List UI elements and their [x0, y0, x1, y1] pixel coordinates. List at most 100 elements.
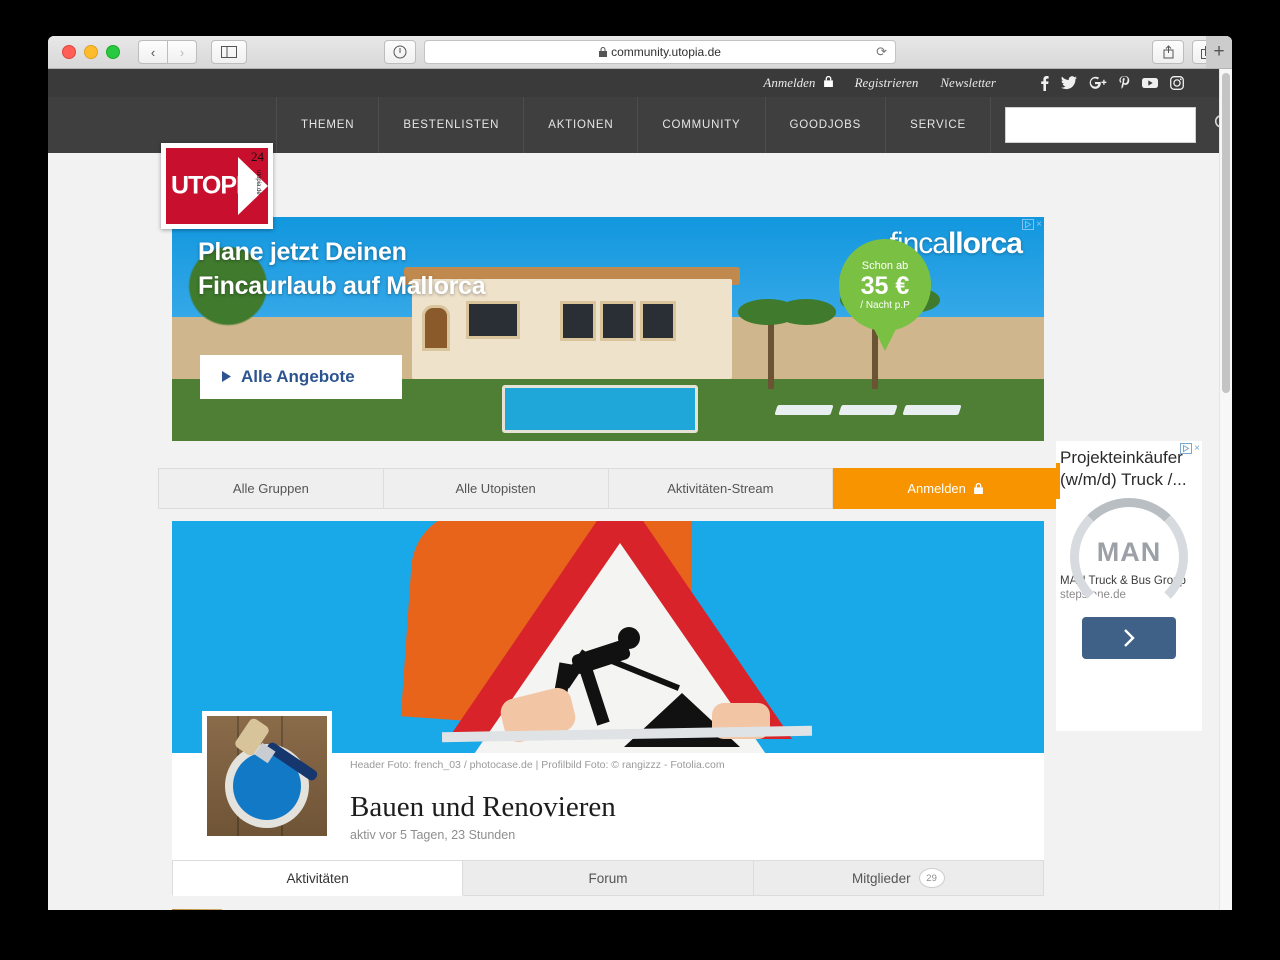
group-card: Header Foto: french_03 / photocase.de | …: [172, 521, 1044, 860]
play-triangle-icon: [222, 367, 231, 387]
ad-headline-line2: Fincaurlaub auf Mallorca: [198, 272, 486, 300]
adchoices-icon[interactable]: [1022, 219, 1035, 233]
youtube-icon[interactable]: [1142, 77, 1158, 89]
sidebar-ad-controls[interactable]: ×: [1180, 443, 1200, 457]
utility-link-anmelden[interactable]: Anmelden: [763, 75, 833, 91]
ad-headline-line1: Plane jetzt Deinen: [198, 238, 407, 266]
pinterest-icon[interactable]: [1119, 75, 1130, 91]
window-traffic-lights[interactable]: [62, 45, 120, 59]
google-plus-icon[interactable]: [1089, 76, 1107, 90]
nav-item-community[interactable]: COMMUNITY: [638, 97, 766, 153]
ad-price-pin: Schon ab 35 € / Nacht p.P: [839, 239, 931, 331]
utility-link-registrieren[interactable]: Registrieren: [855, 75, 919, 91]
ad-window: [640, 301, 676, 341]
ad-headline: Plane jetzt Deinen Fincaurlaub auf Mallo…: [198, 235, 486, 303]
instagram-icon[interactable]: [1170, 76, 1184, 90]
ad-window: [466, 301, 520, 339]
social-links[interactable]: [1040, 75, 1184, 91]
ad-lounger: [838, 405, 898, 415]
man-logo-graphic: MAN: [1070, 498, 1188, 616]
back-button[interactable]: ‹: [138, 40, 168, 64]
group-avatar: [202, 711, 332, 841]
lock-icon: [973, 483, 983, 494]
nav-item-aktionen[interactable]: AKTIONEN: [524, 97, 639, 153]
member-count-badge: 29: [918, 868, 945, 888]
ad-close-icon[interactable]: ×: [1194, 443, 1200, 457]
lock-icon: [599, 47, 608, 57]
page-viewport: Anmelden Registrieren Newsletter THEMEN …: [48, 69, 1232, 910]
ad-lounger: [774, 405, 834, 415]
ad-lounger: [902, 405, 962, 415]
reload-button[interactable]: ⟳: [876, 44, 887, 60]
ad-brand-suffix: llorca: [947, 227, 1023, 260]
tab-alle-utopisten[interactable]: Alle Utopisten: [383, 468, 609, 509]
community-tabs[interactable]: Alle Gruppen Alle Utopisten Aktivitäten-…: [158, 468, 1058, 509]
ad-cta-button[interactable]: Alle Angebote: [200, 355, 402, 399]
ad-pool-graphic: [502, 385, 698, 433]
tab-aktivitaeten-stream[interactable]: Aktivitäten-Stream: [608, 468, 834, 509]
utility-link-anmelden-label: Anmelden: [763, 75, 816, 90]
arrow-icon: [238, 157, 268, 215]
tab-forum[interactable]: Forum: [463, 860, 754, 896]
url-hostname: community.utopia.de: [611, 45, 721, 59]
feed-avatar[interactable]: [172, 909, 222, 910]
reader-icon[interactable]: [384, 40, 416, 64]
page-scrollbar[interactable]: [1219, 69, 1232, 910]
tab-aktivitaeten[interactable]: Aktivitäten: [172, 860, 464, 896]
feed-item: Aurum hat auf das Thema Küchenzeile umba…: [236, 909, 752, 910]
twitter-icon[interactable]: [1061, 76, 1077, 90]
sidebar-ad-cta-button[interactable]: [1082, 617, 1176, 659]
url-input[interactable]: community.utopia.de ⟳: [424, 40, 896, 64]
utopia-logo-inner: UTOPIA 24 utopia.de: [166, 148, 268, 224]
search-input[interactable]: [1005, 107, 1196, 143]
utility-links[interactable]: Anmelden Registrieren Newsletter: [763, 75, 1184, 91]
utopia-logo-number: 24: [251, 149, 264, 164]
utopia-logo[interactable]: UTOPIA 24 utopia.de: [161, 143, 273, 229]
scrollbar-thumb[interactable]: [1222, 73, 1230, 393]
ad-close-icon[interactable]: ×: [1036, 219, 1042, 233]
tab-anmelden[interactable]: Anmelden: [833, 468, 1058, 509]
site-utility-bar: Anmelden Registrieren Newsletter: [48, 69, 1232, 97]
chevron-right-icon: [1124, 629, 1135, 647]
sidebar-ad-accent: [1056, 463, 1060, 499]
nav-item-goodjobs[interactable]: GOODJOBS: [766, 97, 887, 153]
address-bar-area[interactable]: community.utopia.de ⟳: [384, 40, 896, 64]
share-icon[interactable]: [1152, 40, 1184, 64]
ad-price-value: 35 €: [860, 271, 910, 300]
utility-link-newsletter[interactable]: Newsletter: [940, 75, 996, 91]
forward-button[interactable]: ›: [168, 40, 197, 64]
sidebar-ad[interactable]: Projekteinkäufer (w/m/d) Truck /... MAN …: [1056, 441, 1202, 731]
url-text: community.utopia.de: [599, 45, 721, 59]
browser-toolbar: ‹ › community.utopia.de ⟳ +: [48, 36, 1232, 69]
ad-door: [422, 305, 450, 351]
ad-window: [600, 301, 636, 341]
tab-alle-gruppen[interactable]: Alle Gruppen: [158, 468, 384, 509]
nav-item-bestenlisten[interactable]: BESTENLISTEN: [379, 97, 525, 153]
ad-price-unit: / Nacht p.P: [860, 299, 910, 311]
tab-mitglieder[interactable]: Mitglieder 29: [753, 860, 1044, 896]
navigation-buttons[interactable]: ‹ ›: [138, 40, 197, 64]
close-window-button[interactable]: [62, 45, 76, 59]
browser-window: ‹ › community.utopia.de ⟳ + Anmelden Reg…: [48, 36, 1232, 910]
tab-mitglieder-label: Mitglieder: [852, 870, 911, 886]
man-logo-text: MAN: [1096, 537, 1162, 567]
utopia-logo-domain: utopia.de: [255, 170, 261, 195]
facebook-icon[interactable]: [1040, 75, 1049, 91]
ad-palm: [768, 315, 774, 389]
leaderboard-ad[interactable]: Plane jetzt Deinen Fincaurlaub auf Mallo…: [172, 217, 1044, 441]
ad-controls[interactable]: ×: [1022, 219, 1042, 233]
nav-item-service[interactable]: SERVICE: [886, 97, 991, 153]
adchoices-icon[interactable]: [1180, 443, 1193, 457]
group-tabs[interactable]: Aktivitäten Forum Mitglieder 29: [172, 860, 1044, 896]
ad-price-label: Schon ab: [861, 259, 909, 272]
tab-anmelden-label: Anmelden: [907, 481, 966, 496]
feed-item-text: Aurum hat auf das Thema Küchenzeile umba…: [236, 909, 752, 910]
nav-item-themen[interactable]: THEMEN: [276, 97, 380, 153]
maximize-window-button[interactable]: [106, 45, 120, 59]
lock-icon: [823, 75, 833, 87]
minimize-window-button[interactable]: [84, 45, 98, 59]
activity-feed: Aurum hat auf das Thema Küchenzeile umba…: [172, 909, 752, 910]
sidebar-icon[interactable]: [211, 40, 247, 64]
sidebar-ad-logo: MAN: [1056, 495, 1202, 616]
new-tab-button[interactable]: +: [1206, 36, 1232, 68]
